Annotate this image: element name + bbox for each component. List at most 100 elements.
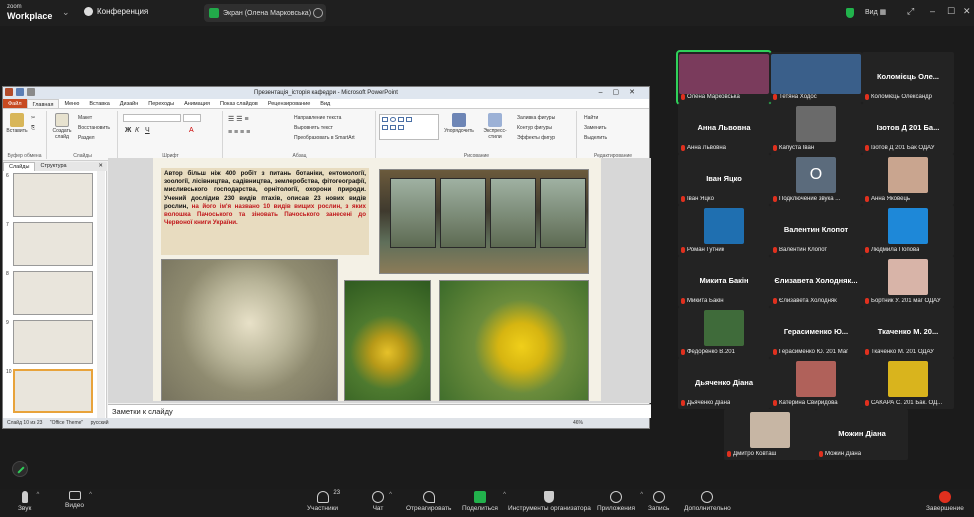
new-slide-button[interactable]: Создать слайд xyxy=(50,113,74,140)
plant-photo-3[interactable] xyxy=(439,280,589,401)
underline-button[interactable]: Ч xyxy=(145,127,150,134)
current-slide[interactable]: Автор більш ніж 400 робіт з питань ботан… xyxy=(153,158,601,401)
participant-tile[interactable]: Катерина Свиридова xyxy=(770,358,862,409)
react-button[interactable]: Отреагировать xyxy=(406,491,451,512)
ribbon-tab[interactable]: Рецензирование xyxy=(263,99,315,108)
audio-caret-icon[interactable]: ^ xyxy=(37,492,40,498)
participant-tile[interactable]: Тетяна Ходос xyxy=(770,52,862,103)
view-button[interactable]: Вид ▦ xyxy=(865,8,886,16)
plant-photo-2[interactable] xyxy=(344,280,431,401)
record-button[interactable]: Запись xyxy=(648,491,669,512)
align-icons[interactable]: ≡ ≡ ≡ ≡ xyxy=(228,129,250,136)
shape-arrow-icon[interactable] xyxy=(406,117,412,122)
participant-tile[interactable]: Дмитро Ковташ xyxy=(724,409,816,460)
apps-button[interactable]: Приложения ^ xyxy=(597,491,643,512)
find-button[interactable]: Найти xyxy=(584,115,598,121)
thumbnails-scrollbar[interactable] xyxy=(97,171,105,418)
minimize-icon[interactable]: – xyxy=(930,6,935,16)
replace-button[interactable]: Заменить xyxy=(584,125,606,131)
shape-outline-button[interactable]: Контур фигуры xyxy=(517,125,552,131)
video-caret-icon[interactable]: ^ xyxy=(89,492,92,498)
shapes-gallery[interactable] xyxy=(379,114,439,140)
slide-notes[interactable]: Заметки к слайду xyxy=(108,404,651,418)
participant-tile[interactable]: Герасименко Ю... Герасименко Ю. 201 Маг xyxy=(770,307,862,358)
font-name-select[interactable] xyxy=(123,114,181,122)
chat-caret-icon[interactable]: ^ xyxy=(389,492,392,498)
ribbon-tab[interactable]: Показ слайдов xyxy=(215,99,263,108)
meeting-title[interactable]: Конференция xyxy=(84,7,148,16)
participant-tile[interactable]: Микита Бакін Микита Бакін xyxy=(678,256,770,307)
copy-icon[interactable]: ⎘ xyxy=(31,125,35,131)
host-tools-button[interactable]: Инструменты организатора xyxy=(508,491,591,512)
participant-tile[interactable]: Капуста Іван xyxy=(770,103,862,154)
shape-textbox-icon[interactable] xyxy=(382,125,388,130)
slide-thumbnail[interactable] xyxy=(13,173,93,217)
shape-star-icon[interactable] xyxy=(398,125,404,130)
slide-thumbnail[interactable] xyxy=(13,222,93,266)
text-direction-button[interactable]: Направление текста xyxy=(294,115,341,121)
ppt-window-controls[interactable]: –▢✕ xyxy=(599,87,645,99)
security-shield-icon[interactable] xyxy=(846,8,854,18)
participant-tile[interactable]: Єлизавета Холодняк... Єлизавета Холодняк xyxy=(770,256,862,307)
participant-tile[interactable]: Ткаченко М. 20... Ткаченко М. 201 ОДАУ xyxy=(862,307,954,358)
participant-tile[interactable]: Федоренко В.201 xyxy=(678,307,770,358)
cut-icon[interactable]: ✂ xyxy=(31,115,35,121)
ribbon-tab[interactable]: Файл xyxy=(3,99,27,108)
participant-tile[interactable]: Ізотов Д 201 Ба... Ізотов Д 201 Бак ОДАУ xyxy=(862,103,954,154)
ribbon-tab[interactable]: Меню xyxy=(59,99,84,108)
ribbon-tab[interactable]: Главная xyxy=(26,99,60,108)
share-caret-icon[interactable]: ^ xyxy=(503,492,506,498)
shape-rect-icon[interactable] xyxy=(382,117,388,122)
plant-photo-1[interactable] xyxy=(161,259,338,401)
close-panel-icon[interactable]: ✕ xyxy=(93,162,107,171)
zoom-level[interactable]: 46% xyxy=(573,418,583,428)
more-button[interactable]: Дополнительно xyxy=(684,491,731,512)
bold-button[interactable]: Ж xyxy=(125,127,131,134)
ribbon-tab[interactable]: Дизайн xyxy=(115,99,144,108)
layout-button[interactable]: Макет xyxy=(78,115,92,121)
shape-line-icon[interactable] xyxy=(398,117,404,122)
participant-tile[interactable]: Роман Гутник xyxy=(678,205,770,256)
participant-tile[interactable]: САКАРА С. 201 Бак. ОД... xyxy=(862,358,954,409)
bullets-icon[interactable]: ☰ ☰ ≡ xyxy=(228,115,249,123)
participant-tile[interactable]: O Подключение звука ... xyxy=(770,154,862,205)
slide-thumbnail[interactable] xyxy=(13,369,93,413)
align-text-button[interactable]: Выровнять текст xyxy=(294,125,333,131)
slide-thumbnail[interactable] xyxy=(13,320,93,364)
participant-tile[interactable]: Валентин Клопот Валентин Клопот xyxy=(770,205,862,256)
stop-share-icon[interactable] xyxy=(313,8,323,18)
quick-styles-button[interactable]: Экспресс-стили xyxy=(477,113,513,140)
select-button[interactable]: Выделить xyxy=(584,135,607,141)
end-button[interactable]: Завершение xyxy=(926,491,964,512)
undo-icon[interactable] xyxy=(27,88,35,96)
tab-outline[interactable]: Структура xyxy=(35,162,71,171)
shape-fill-button[interactable]: Заливка фигуры xyxy=(517,115,555,121)
participant-tile[interactable]: Людмила Попова xyxy=(862,205,954,256)
ribbon-tab[interactable]: Вид xyxy=(315,99,335,108)
participant-tile[interactable]: Бортник У. 201 маг ОДАУ xyxy=(862,256,954,307)
participants-button[interactable]: Участники 23 xyxy=(307,490,340,512)
participant-tile[interactable]: Анна Львовна Анна Львовна xyxy=(678,103,770,154)
slide-thumbnail[interactable] xyxy=(13,271,93,315)
participant-tile[interactable]: Іван Яцко Іван Яцко xyxy=(678,154,770,205)
language-indicator[interactable]: русский xyxy=(91,420,109,426)
participant-tile[interactable]: Коломієць Оле... Коломієць Олександр xyxy=(862,52,954,103)
screen-share-pill[interactable]: Экран (Олена Марковська) xyxy=(204,4,326,22)
smartart-button[interactable]: Преобразовать в SmartArt xyxy=(294,135,355,141)
annotate-pencil-icon[interactable] xyxy=(12,461,28,477)
fullscreen-icon[interactable]: ⤢ xyxy=(907,6,914,17)
shape-oval-icon[interactable] xyxy=(390,117,396,122)
maximize-icon[interactable]: ☐ xyxy=(947,6,955,17)
shape-effects-button[interactable]: Эффекты фигур xyxy=(517,135,555,141)
section-button[interactable]: Раздел xyxy=(78,135,95,141)
share-button[interactable]: Поделиться ^ xyxy=(462,491,506,512)
save-icon[interactable] xyxy=(16,88,24,96)
apps-caret-icon[interactable]: ^ xyxy=(640,492,643,498)
participant-tile[interactable]: Дьяченко Діана Дьяченко Діана xyxy=(678,358,770,409)
participant-tile[interactable]: Можин Діана Можин Діана xyxy=(816,409,908,460)
ribbon-tab[interactable]: Вставка xyxy=(84,99,114,108)
video-button[interactable]: Видео ^ xyxy=(65,491,92,509)
ribbon-tab[interactable]: Переходы xyxy=(143,99,179,108)
ribbon-tab[interactable]: Анимация xyxy=(179,99,215,108)
font-color-button[interactable]: A xyxy=(189,127,194,134)
